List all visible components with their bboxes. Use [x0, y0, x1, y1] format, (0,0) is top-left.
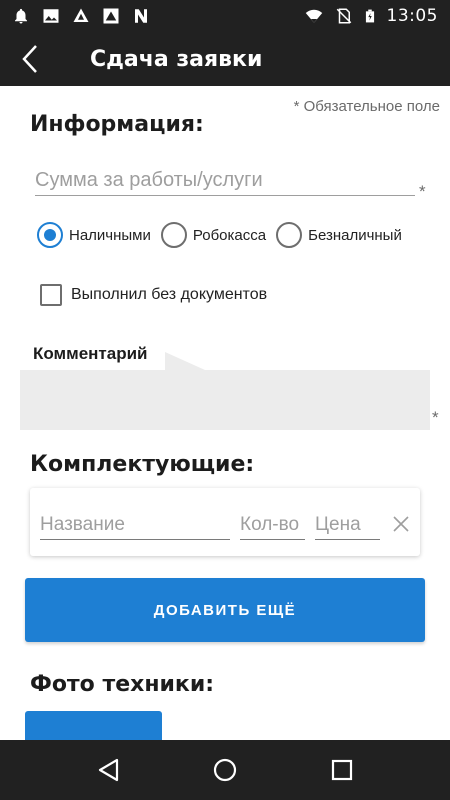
nav-back-button[interactable] — [88, 750, 128, 790]
chevron-left-icon — [22, 45, 37, 73]
part-price-input[interactable] — [315, 510, 380, 540]
status-bar: 13:05 — [0, 0, 450, 32]
drive-icon — [73, 8, 89, 22]
remove-part-button[interactable] — [389, 512, 413, 536]
notification-bell-icon — [15, 8, 27, 24]
photo-title: Фото техники: — [30, 672, 215, 697]
wifi-icon — [305, 9, 322, 23]
payment-option-cash[interactable]: Наличными — [37, 222, 151, 248]
payment-method-group: Наличными Робокасса Безналичный — [37, 222, 412, 248]
payment-option-cashless[interactable]: Безналичный — [276, 222, 402, 248]
comment-required-star: * — [432, 408, 439, 427]
payment-option-label: Робокасса — [192, 226, 267, 244]
no-docs-label: Выполнил без документов — [71, 286, 268, 303]
radio-checked-icon — [37, 222, 63, 248]
back-triangle-icon — [99, 758, 119, 782]
home-circle-icon — [213, 758, 237, 782]
payment-option-robokassa[interactable]: Робокасса — [160, 222, 267, 248]
status-time: 13:05 — [386, 6, 438, 26]
image-icon — [43, 9, 59, 23]
comment-label: Комментарий — [33, 344, 148, 363]
form-content[interactable]: * Обязательное поле Информация: * Наличн… — [0, 86, 450, 740]
amount-required-star: * — [419, 182, 426, 201]
part-name-input[interactable] — [40, 510, 230, 540]
comment-tab-decoration — [165, 352, 205, 370]
no-docs-checkbox[interactable]: Выполнил без документов — [40, 284, 267, 306]
nav-recents-button[interactable] — [322, 750, 362, 790]
status-notifications — [12, 7, 150, 25]
n-app-icon — [135, 9, 147, 23]
parts-title: Комплектующие: — [30, 452, 255, 477]
back-button[interactable] — [0, 32, 60, 86]
payment-option-label: Наличными — [69, 226, 151, 244]
nav-home-button[interactable] — [205, 750, 245, 790]
add-photo-button[interactable] — [25, 711, 162, 740]
drive-icon — [103, 8, 119, 24]
info-title: Информация: — [30, 112, 204, 137]
comment-textarea[interactable] — [20, 370, 430, 430]
payment-option-label: Безналичный — [308, 226, 402, 244]
battery-charging-icon — [365, 9, 374, 23]
page-title: Сдача заявки — [90, 46, 263, 72]
add-more-button[interactable]: ДОБАВИТЬ ЕЩЁ — [25, 578, 425, 642]
navigation-bar — [0, 740, 450, 800]
parts-card — [30, 488, 420, 556]
no-sim-icon — [336, 8, 351, 24]
radio-unchecked-icon — [160, 222, 187, 248]
app-bar: Сдача заявки — [0, 32, 450, 86]
status-system: 13:05 — [303, 6, 439, 26]
required-note: * Обязательное поле — [293, 98, 440, 115]
amount-input[interactable] — [35, 166, 415, 196]
recents-square-icon — [331, 759, 352, 781]
checkbox-unchecked-icon — [40, 284, 62, 306]
radio-unchecked-icon — [276, 222, 303, 248]
close-icon — [393, 516, 409, 532]
part-qty-input[interactable] — [240, 510, 305, 540]
